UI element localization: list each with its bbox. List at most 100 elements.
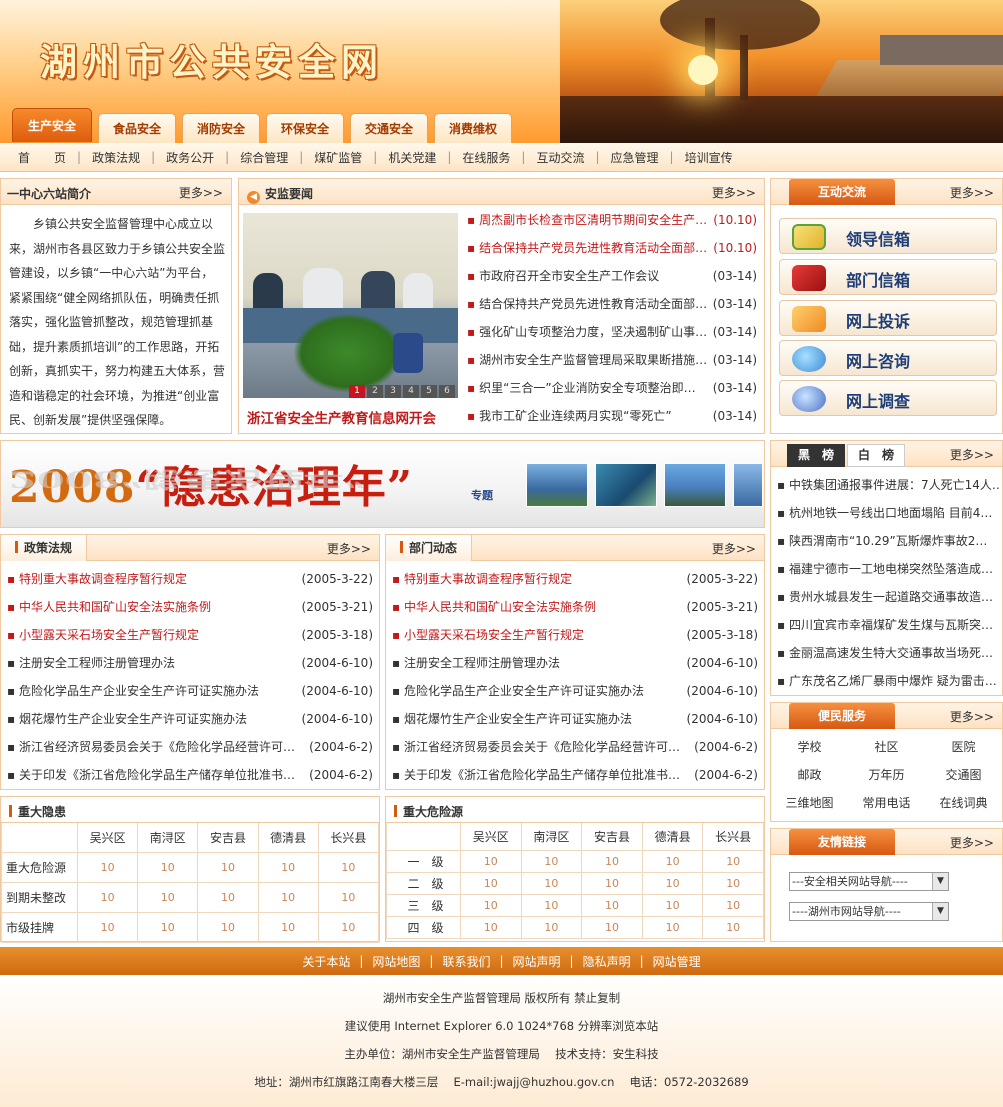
footer-privacy[interactable]: 隐私声明 xyxy=(583,953,631,970)
sponsor-text: 主办单位：湖州市安全生产监督管理局 技术支持：安生科技 xyxy=(344,1047,659,1061)
footer-about[interactable]: 关于本站 xyxy=(302,953,350,970)
table-row: 重大危险源 10 10 10 10 10 xyxy=(1,852,380,883)
services-more-link[interactable]: 更多>> xyxy=(950,708,994,725)
list-item[interactable]: ▪ 织里“三合一”企业消防安全专项整治即… (03-14) xyxy=(467,374,759,402)
tab-production-safety[interactable]: 生产安全 xyxy=(12,108,92,142)
list-item[interactable]: ▪ 我市工矿企业连续两月实现“零死亡” (03-14) xyxy=(467,402,759,430)
service-traffic-map[interactable]: 交通图 xyxy=(925,761,1002,789)
online-consult-button[interactable]: 网上咨询 xyxy=(779,340,997,376)
pager-3[interactable]: 3 xyxy=(385,385,401,398)
list-item[interactable]: ▪ 注册安全工程师注册管理办法 (2004-6-10) xyxy=(392,649,760,677)
interaction-title: 互动交流 xyxy=(789,179,895,205)
list-item[interactable]: ▪ 危险化学品生产企业安全生产许可证实施办法 (2004-6-10) xyxy=(392,677,760,705)
safety-sites-select[interactable]: ---安全相关网站导航---- ▼ xyxy=(789,872,949,891)
service-calendar[interactable]: 万年历 xyxy=(848,761,925,789)
tab-whitelist[interactable]: 白 榜 xyxy=(847,444,905,467)
tab-consumer-rights[interactable]: 消费维权 xyxy=(434,113,512,143)
footer-contact[interactable]: 联系我们 xyxy=(442,953,490,970)
list-item[interactable]: ▪ 关于印发《浙江省危险化学品生产储存单位批准书… (2004-6-2) xyxy=(392,761,760,789)
policy-panel: 政策法规 更多>> ▪ 特别重大事故调查程序暂行规定 (2005-3-22) ▪ … xyxy=(0,534,380,790)
nav-government-affairs[interactable]: 政务公开 xyxy=(166,149,214,166)
list-item[interactable]: ▪ 小型露天采石场安全生产暂行规定 (2005-3-18) xyxy=(7,621,375,649)
hazards-table: 吴兴区 南浔区 安吉县 德清县 长兴县 重大危险源 10 10 10 10 10… xyxy=(1,822,380,943)
department-mailbox-button[interactable]: 部门信箱 xyxy=(779,259,997,295)
list-item[interactable]: ▪ 结合保持共产党员先进性教育活动全面部… (10.10) xyxy=(467,234,759,262)
huzhou-sites-select[interactable]: ----湖州市网站导航---- ▼ xyxy=(789,902,949,921)
friend-links-more-link[interactable]: 更多>> xyxy=(950,834,994,851)
online-survey-button[interactable]: 网上调查 xyxy=(779,380,997,416)
pager-4[interactable]: 4 xyxy=(403,385,419,398)
service-community[interactable]: 社区 xyxy=(848,733,925,761)
policy-more-link[interactable]: 更多>> xyxy=(327,540,371,557)
list-item[interactable]: ▪ 四川宜宾市幸福煤矿发生煤与瓦斯突… xyxy=(777,611,1001,639)
service-school[interactable]: 学校 xyxy=(771,733,848,761)
intro-more-link[interactable]: 更多>> xyxy=(179,184,223,201)
news-photo[interactable] xyxy=(243,213,458,398)
list-item[interactable]: ▪ 结合保持共产党员先进性教育活动全面部… (03-14) xyxy=(467,290,759,318)
banner-photo xyxy=(733,463,763,507)
nav-emergency[interactable]: 应急管理 xyxy=(611,149,659,166)
photo-caption[interactable]: 浙江省安全生产教育信息网开会 xyxy=(247,407,436,427)
department-news-more-link[interactable]: 更多>> xyxy=(712,540,756,557)
list-item[interactable]: ▪ 中华人民共和国矿山安全法实施条例 (2005-3-21) xyxy=(7,593,375,621)
nav-party-building[interactable]: 机关党建 xyxy=(388,149,436,166)
services-panel: 便民服务 更多>> 学校 社区 医院 邮政 万年历 交通图 三维地图 常用电话 … xyxy=(770,702,1003,822)
nav-training[interactable]: 培训宣传 xyxy=(685,149,733,166)
list-item[interactable]: ▪ 注册安全工程师注册管理办法 (2004-6-10) xyxy=(7,649,375,677)
list-item[interactable]: ▪ 危险化学品生产企业安全生产许可证实施办法 (2004-6-10) xyxy=(7,677,375,705)
tab-blacklist[interactable]: 黑 榜 xyxy=(787,444,845,467)
list-item[interactable]: ▪ 烟花爆竹生产企业安全生产许可证实施办法 (2004-6-10) xyxy=(7,705,375,733)
list-item[interactable]: ▪ 广东茂名乙烯厂暴雨中爆炸 疑为雷击… xyxy=(777,667,1001,695)
nav-interaction[interactable]: 互动交流 xyxy=(536,149,584,166)
list-item[interactable]: ▪ 烟花爆竹生产企业安全生产许可证实施办法 (2004-6-10) xyxy=(392,705,760,733)
nav-online-services[interactable]: 在线服务 xyxy=(462,149,510,166)
nav-home[interactable]: 首 页 xyxy=(18,149,66,166)
blacklist-more-link[interactable]: 更多>> xyxy=(950,446,994,463)
hazard-year-banner[interactable]: 2008“隐患治理年” 2008“隐患治理年” 专题 xyxy=(0,440,765,528)
nav-coal-supervision[interactable]: 煤矿监管 xyxy=(314,149,362,166)
service-phone[interactable]: 常用电话 xyxy=(848,789,925,817)
list-item[interactable]: ▪ 陕西渭南市“10.29”瓦斯爆炸事故2… xyxy=(777,527,1001,555)
leader-mailbox-button[interactable]: 领导信箱 xyxy=(779,218,997,254)
nav-policy[interactable]: 政策法规 xyxy=(92,149,140,166)
chevron-down-icon: ▼ xyxy=(932,903,948,920)
footer-statement[interactable]: 网站声明 xyxy=(513,953,561,970)
footer-sitemap[interactable]: 网站地图 xyxy=(372,953,420,970)
service-3d-map[interactable]: 三维地图 xyxy=(771,789,848,817)
news-bullet-icon: ◀ xyxy=(247,191,260,204)
interaction-more-link[interactable]: 更多>> xyxy=(950,184,994,201)
tab-fire-safety[interactable]: 消防安全 xyxy=(182,113,260,143)
service-hospital[interactable]: 医院 xyxy=(925,733,1002,761)
list-item[interactable]: ▪ 小型露天采石场安全生产暂行规定 (2005-3-18) xyxy=(392,621,760,649)
pager-6[interactable]: 6 xyxy=(439,385,455,398)
list-item[interactable]: ▪ 福建宁德市一工地电梯突然坠落造成… xyxy=(777,555,1001,583)
list-item[interactable]: ▪ 湖州市安全生产监督管理局采取果断措施… (03-14) xyxy=(467,346,759,374)
news-more-link[interactable]: 更多>> xyxy=(712,184,756,201)
tab-environment-safety[interactable]: 环保安全 xyxy=(266,113,344,143)
list-item[interactable]: ▪ 金丽温高速发生特大交通事故当场死… xyxy=(777,639,1001,667)
nav-management[interactable]: 综合管理 xyxy=(240,149,288,166)
list-item[interactable]: ▪ 中华人民共和国矿山安全法实施条例 (2005-3-21) xyxy=(392,593,760,621)
pager-5[interactable]: 5 xyxy=(421,385,437,398)
pager-2[interactable]: 2 xyxy=(367,385,383,398)
pager-1[interactable]: 1 xyxy=(349,385,365,398)
footer-admin[interactable]: 网站管理 xyxy=(653,953,701,970)
service-dictionary[interactable]: 在线词典 xyxy=(925,789,1002,817)
list-item[interactable]: ▪ 强化矿山专项整治力度，坚决遏制矿山事… (03-14) xyxy=(467,318,759,346)
tab-traffic-safety[interactable]: 交通安全 xyxy=(350,113,428,143)
list-item[interactable]: ▪ 特别重大事故调查程序暂行规定 (2005-3-22) xyxy=(7,565,375,593)
tab-food-safety[interactable]: 食品安全 xyxy=(98,113,176,143)
list-item[interactable]: ▪ 贵州水城县发生一起道路交通事故造… xyxy=(777,583,1001,611)
list-item[interactable]: ▪ 浙江省经济贸易委员会关于《危险化学品经营许可… (2004-6-2) xyxy=(7,733,375,761)
list-item[interactable]: ▪ 周杰副市长检查市区清明节期间安全生产… (10.10) xyxy=(467,206,759,234)
list-item[interactable]: ▪ 市政府召开全市安全生产工作会议 (03-14) xyxy=(467,262,759,290)
online-complaint-button[interactable]: 网上投诉 xyxy=(779,300,997,336)
service-post[interactable]: 邮政 xyxy=(771,761,848,789)
list-item[interactable]: ▪ 特别重大事故调查程序暂行规定 (2005-3-22) xyxy=(392,565,760,593)
list-item[interactable]: ▪ 杭州地铁一号线出口地面塌陷 目前4… xyxy=(777,499,1001,527)
hazards-panel: 重大隐患 吴兴区 南浔区 安吉县 德清县 长兴县 重大危险源 10 10 10 … xyxy=(0,796,380,943)
list-item[interactable]: ▪ 中铁集团通报事件进展：7人死亡14人… xyxy=(777,471,1001,499)
list-item[interactable]: ▪ 浙江省经济贸易委员会关于《危险化学品经营许可… (2004-6-2) xyxy=(392,733,760,761)
list-item[interactable]: ▪ 关于印发《浙江省危险化学品生产储存单位批准书… (2004-6-2) xyxy=(7,761,375,789)
table-row: 四 级 10 10 10 10 10 xyxy=(386,916,764,939)
